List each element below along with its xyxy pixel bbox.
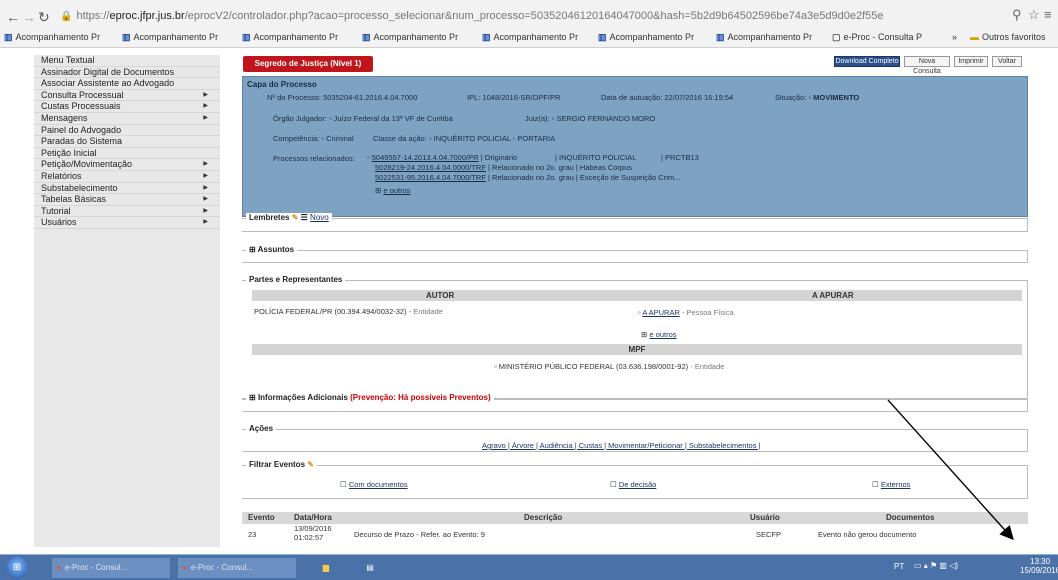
clock[interactable]: 13:30 15/09/2016: [1020, 557, 1058, 575]
start-button[interactable]: ⊞: [6, 557, 28, 579]
taskbar: ⊞ ● e-Proc - Consul... ● e-Proc - Consul..…: [0, 554, 1058, 580]
annotation-arrow: [887, 399, 1014, 541]
chrome-icon: ●: [56, 563, 61, 572]
language-indicator[interactable]: PT: [894, 562, 904, 571]
taskbar-explorer[interactable]: ▆: [308, 558, 344, 578]
chrome-icon: ●: [182, 563, 187, 572]
folder-icon: ▆: [322, 563, 330, 572]
taskbar-item[interactable]: ● e-Proc - Consul...: [178, 558, 296, 578]
taskbar-item[interactable]: ● e-Proc - Consul...: [52, 558, 170, 578]
document-icon: ▤: [366, 563, 374, 572]
tray-icons[interactable]: ▭ ▴ ⚑ ▥ ◁): [914, 561, 958, 570]
taskbar-word[interactable]: ▤: [352, 558, 388, 578]
